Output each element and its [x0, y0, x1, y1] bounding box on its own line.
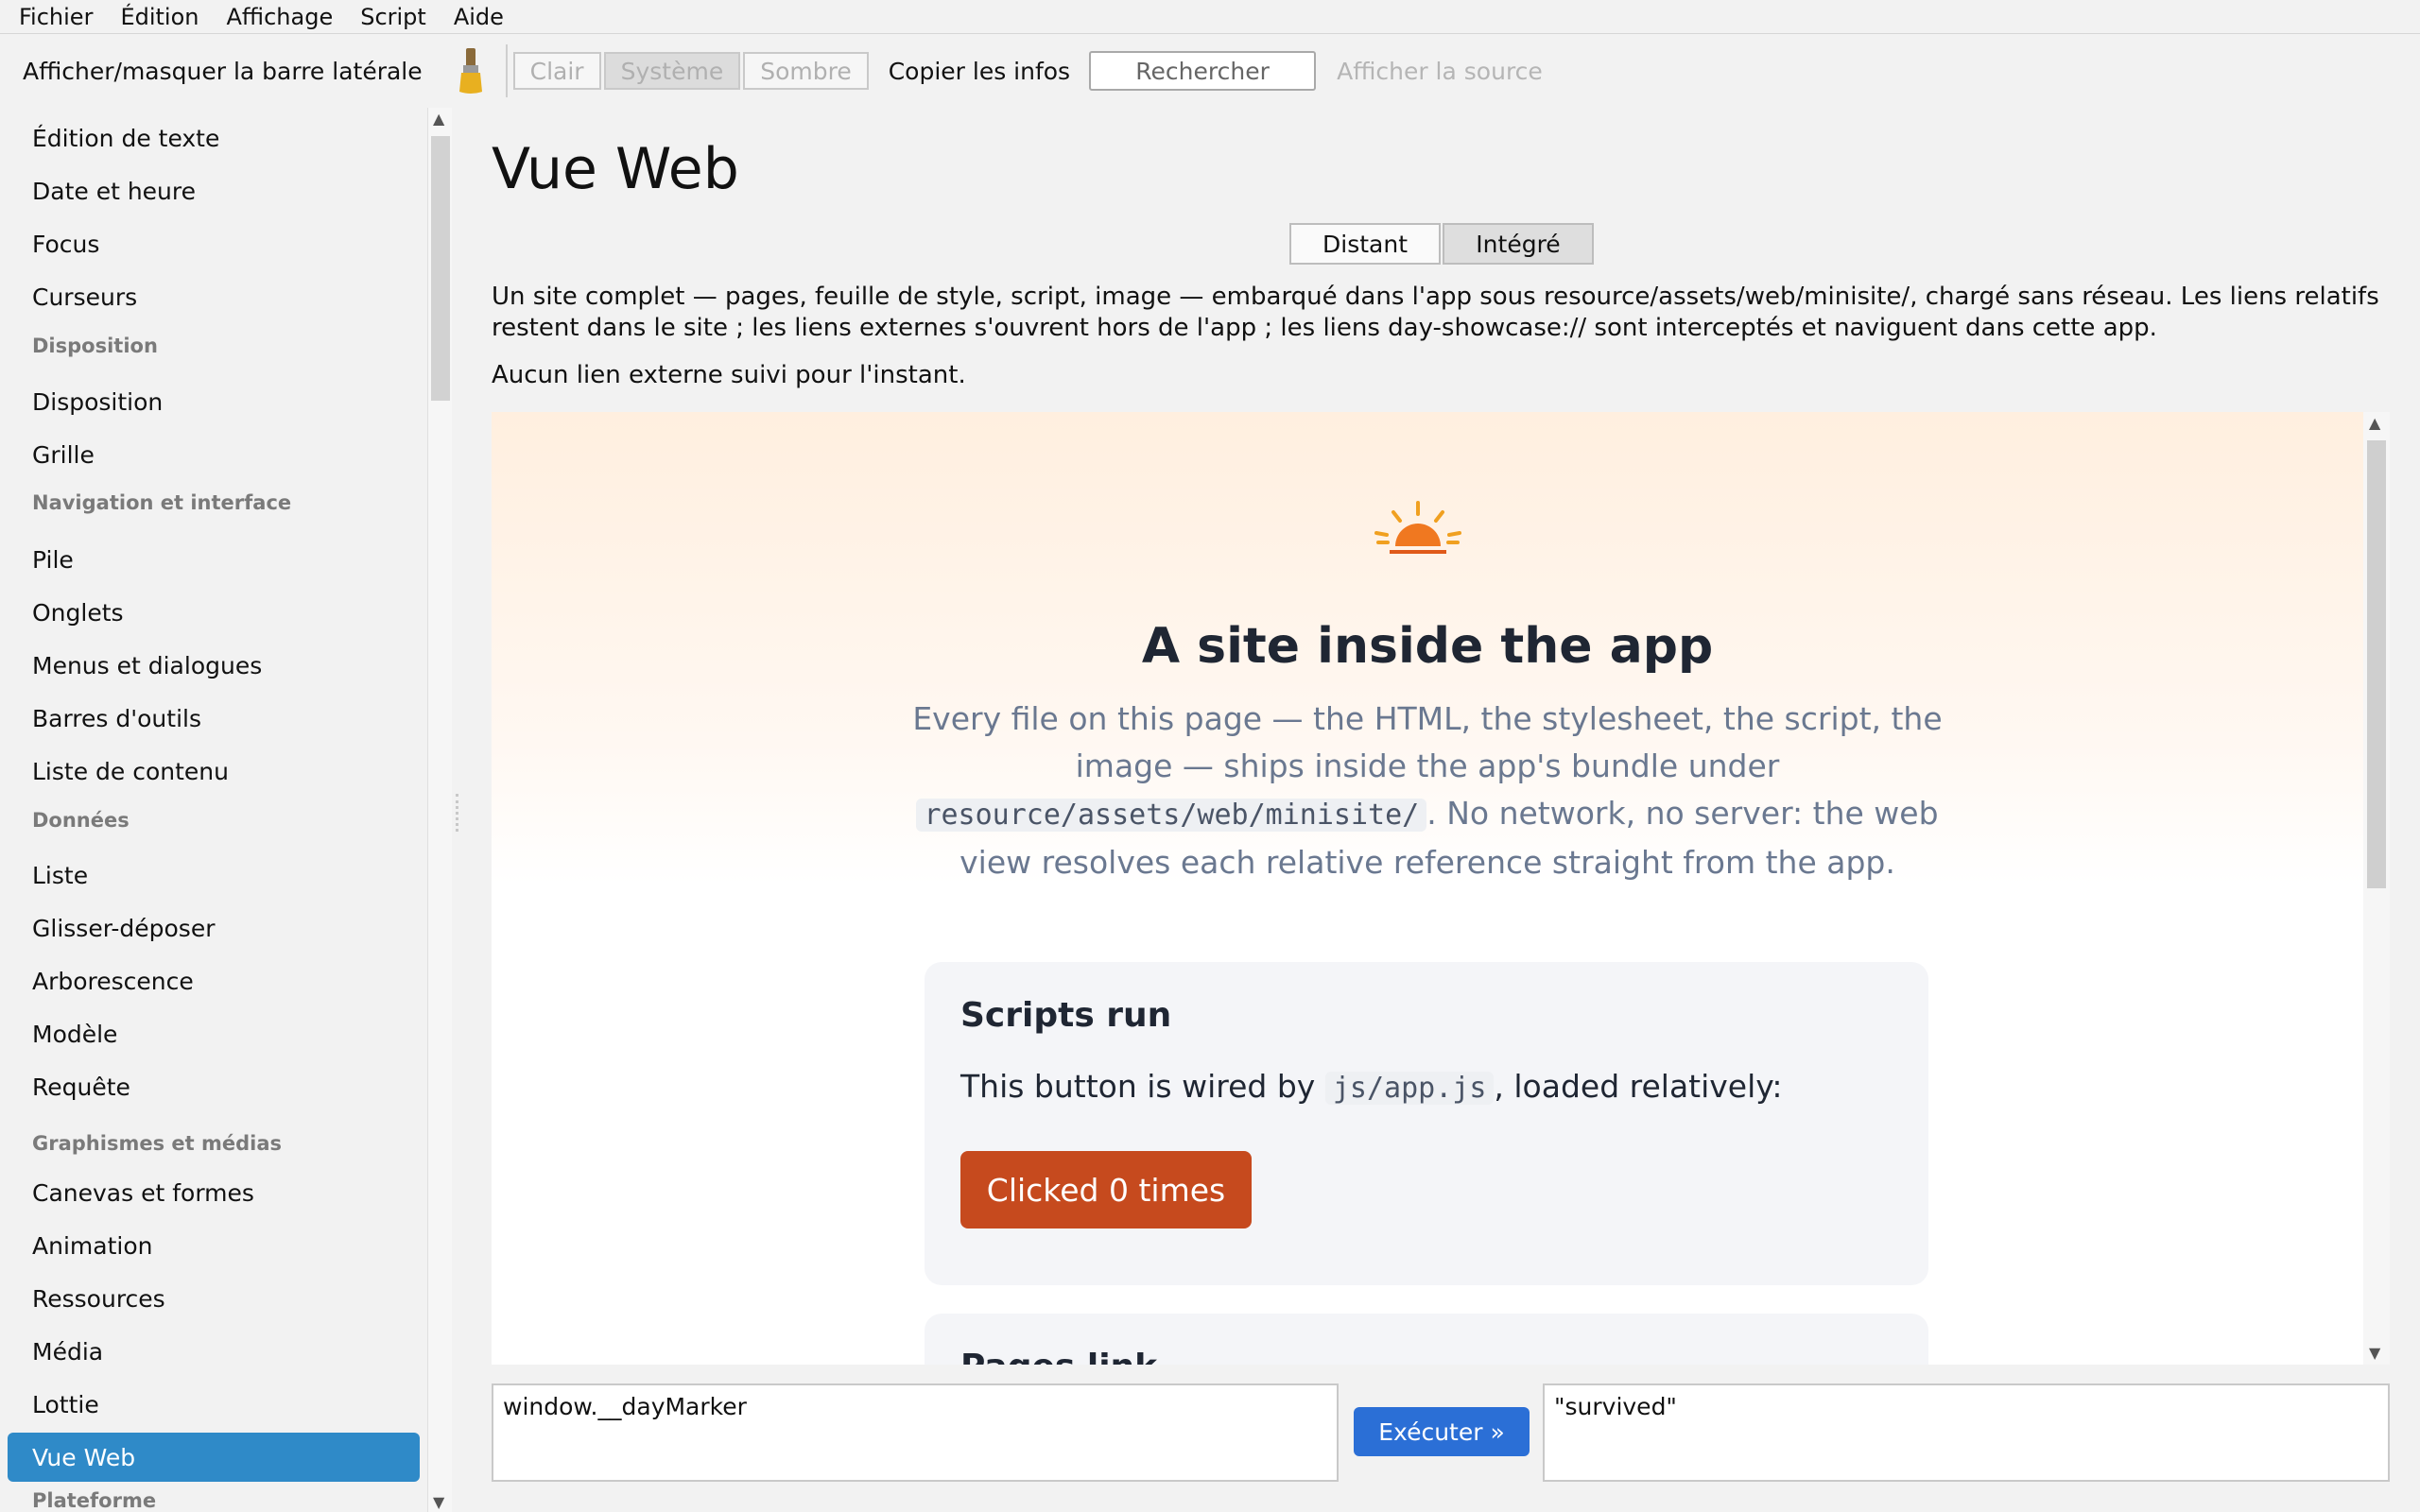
theme-segmented-control: Clair Système Sombre: [512, 52, 872, 90]
menu-fichier[interactable]: Fichier: [19, 4, 93, 30]
sidebar-item[interactable]: Menus et dialogues: [8, 641, 420, 690]
card-title: Scripts run: [960, 996, 1172, 1035]
sidebar-item[interactable]: Arborescence: [8, 956, 420, 1005]
copy-info-button[interactable]: Copier les infos: [889, 58, 1070, 85]
sidebar-section-header: Données: [32, 809, 130, 832]
theme-dark-button[interactable]: Sombre: [743, 52, 869, 90]
menu-bar: Fichier Édition Affichage Script Aide: [0, 0, 2420, 34]
theme-system-button[interactable]: Système: [603, 52, 741, 90]
split-handle[interactable]: [456, 794, 459, 832]
web-view[interactable]: A site inside the app Every file on this…: [492, 412, 2363, 1365]
sidebar-item[interactable]: Animation: [8, 1221, 420, 1270]
sidebar-item[interactable]: Vue Web: [8, 1433, 420, 1482]
card2-title: Pages link: [960, 1348, 1157, 1365]
external-link-status: Aucun lien externe suivi pour l'instant.: [492, 361, 966, 389]
scroll-down-arrow-icon[interactable]: ▼: [433, 1493, 444, 1511]
sidebar-item[interactable]: Curseurs: [8, 272, 420, 321]
sidebar: Édition de texte Date et heure Focus Curseu…: [0, 108, 427, 1512]
card-code: js/app.js: [1324, 1072, 1495, 1105]
sidebar-item[interactable]: Requête: [8, 1062, 420, 1111]
webview-scrollbar[interactable]: ▲ ▼: [2363, 412, 2390, 1365]
menu-edition[interactable]: Édition: [120, 4, 199, 30]
theme-light-button[interactable]: Clair: [512, 52, 601, 90]
sidebar-toggle-button[interactable]: Afficher/masquer la barre latérale: [23, 58, 423, 85]
page-title: Vue Web: [492, 136, 739, 202]
sidebar-item[interactable]: Pile: [8, 535, 420, 584]
description-text: Un site complet — pages, feuille de styl…: [492, 283, 2379, 342]
sidebar-item[interactable]: Ressources: [8, 1274, 420, 1323]
sidebar-section-header: Disposition: [32, 335, 158, 357]
pages-card: Pages link: [925, 1314, 1928, 1365]
webview-scroll-down-icon[interactable]: ▼: [2369, 1344, 2380, 1362]
sidebar-scrollbar[interactable]: ▲ ▼: [427, 108, 452, 1512]
sidebar-item[interactable]: Barres d'outils: [8, 694, 420, 743]
sunrise-icon: [1374, 501, 1461, 554]
menu-affichage[interactable]: Affichage: [226, 4, 333, 30]
sidebar-item[interactable]: Date et heure: [8, 166, 420, 215]
view-source-button[interactable]: Afficher la source: [1337, 58, 1543, 85]
menu-script[interactable]: Script: [360, 4, 426, 30]
main-content: Vue Web Distant Intégré Un site complet …: [461, 108, 2420, 1512]
sidebar-item[interactable]: Liste de contenu: [8, 747, 420, 796]
sidebar-item[interactable]: Édition de texte: [8, 113, 420, 163]
toolbar-separator: [505, 44, 508, 97]
mode-remote-button[interactable]: Distant: [1289, 223, 1441, 265]
sidebar-section-header: Plateforme: [32, 1489, 157, 1512]
sidebar-item[interactable]: Glisser-déposer: [8, 903, 420, 953]
sidebar-item[interactable]: Grille: [8, 430, 420, 479]
sidebar-item[interactable]: Focus: [8, 219, 420, 268]
search-button[interactable]: Rechercher: [1089, 51, 1317, 91]
sidebar-item[interactable]: Disposition: [8, 377, 420, 426]
menu-aide[interactable]: Aide: [454, 4, 504, 30]
run-button[interactable]: Exécuter »: [1354, 1407, 1530, 1456]
webview-scroll-thumb[interactable]: [2367, 440, 2386, 888]
webview-scroll-up-icon[interactable]: ▲: [2369, 414, 2380, 432]
sidebar-item[interactable]: Modèle: [8, 1009, 420, 1058]
card-text: This button is wired by js/app.js, loade…: [960, 1068, 1783, 1105]
sidebar-item[interactable]: Lottie: [8, 1380, 420, 1429]
sidebar-scroll-thumb[interactable]: [431, 136, 450, 401]
sidebar-section-header: Navigation et interface: [32, 491, 292, 514]
sidebar-section-header: Graphismes et médias: [32, 1132, 282, 1155]
js-output-field: "survived": [1543, 1383, 2390, 1482]
scripts-card: Scripts run This button is wired by js/a…: [925, 962, 1928, 1285]
brush-icon[interactable]: [455, 46, 487, 95]
sidebar-item[interactable]: Canevas et formes: [8, 1168, 420, 1217]
card-text-2: , loaded relatively:: [1494, 1068, 1783, 1105]
click-counter-button[interactable]: Clicked 0 times: [960, 1151, 1252, 1228]
sidebar-item[interactable]: Onglets: [8, 588, 420, 637]
card-text-1: This button is wired by: [960, 1068, 1316, 1105]
toolbar: Afficher/masquer la barre latérale Clair…: [0, 35, 2420, 107]
hero-sub-text-1: Every file on this page — the HTML, the …: [912, 700, 1943, 784]
js-input-field[interactable]: window.__dayMarker: [492, 1383, 1339, 1482]
hero-code: resource/assets/web/minisite/: [916, 799, 1427, 832]
scroll-up-arrow-icon[interactable]: ▲: [433, 110, 444, 128]
hero-title: A site inside the app: [1141, 618, 1714, 675]
sidebar-item[interactable]: Liste: [8, 850, 420, 900]
mode-embedded-button[interactable]: Intégré: [1443, 223, 1594, 265]
sidebar-item[interactable]: Média: [8, 1327, 420, 1376]
mode-segmented-control: Distant Intégré: [1289, 223, 1596, 265]
hero-subtitle: Every file on this page — the HTML, the …: [908, 696, 1947, 886]
